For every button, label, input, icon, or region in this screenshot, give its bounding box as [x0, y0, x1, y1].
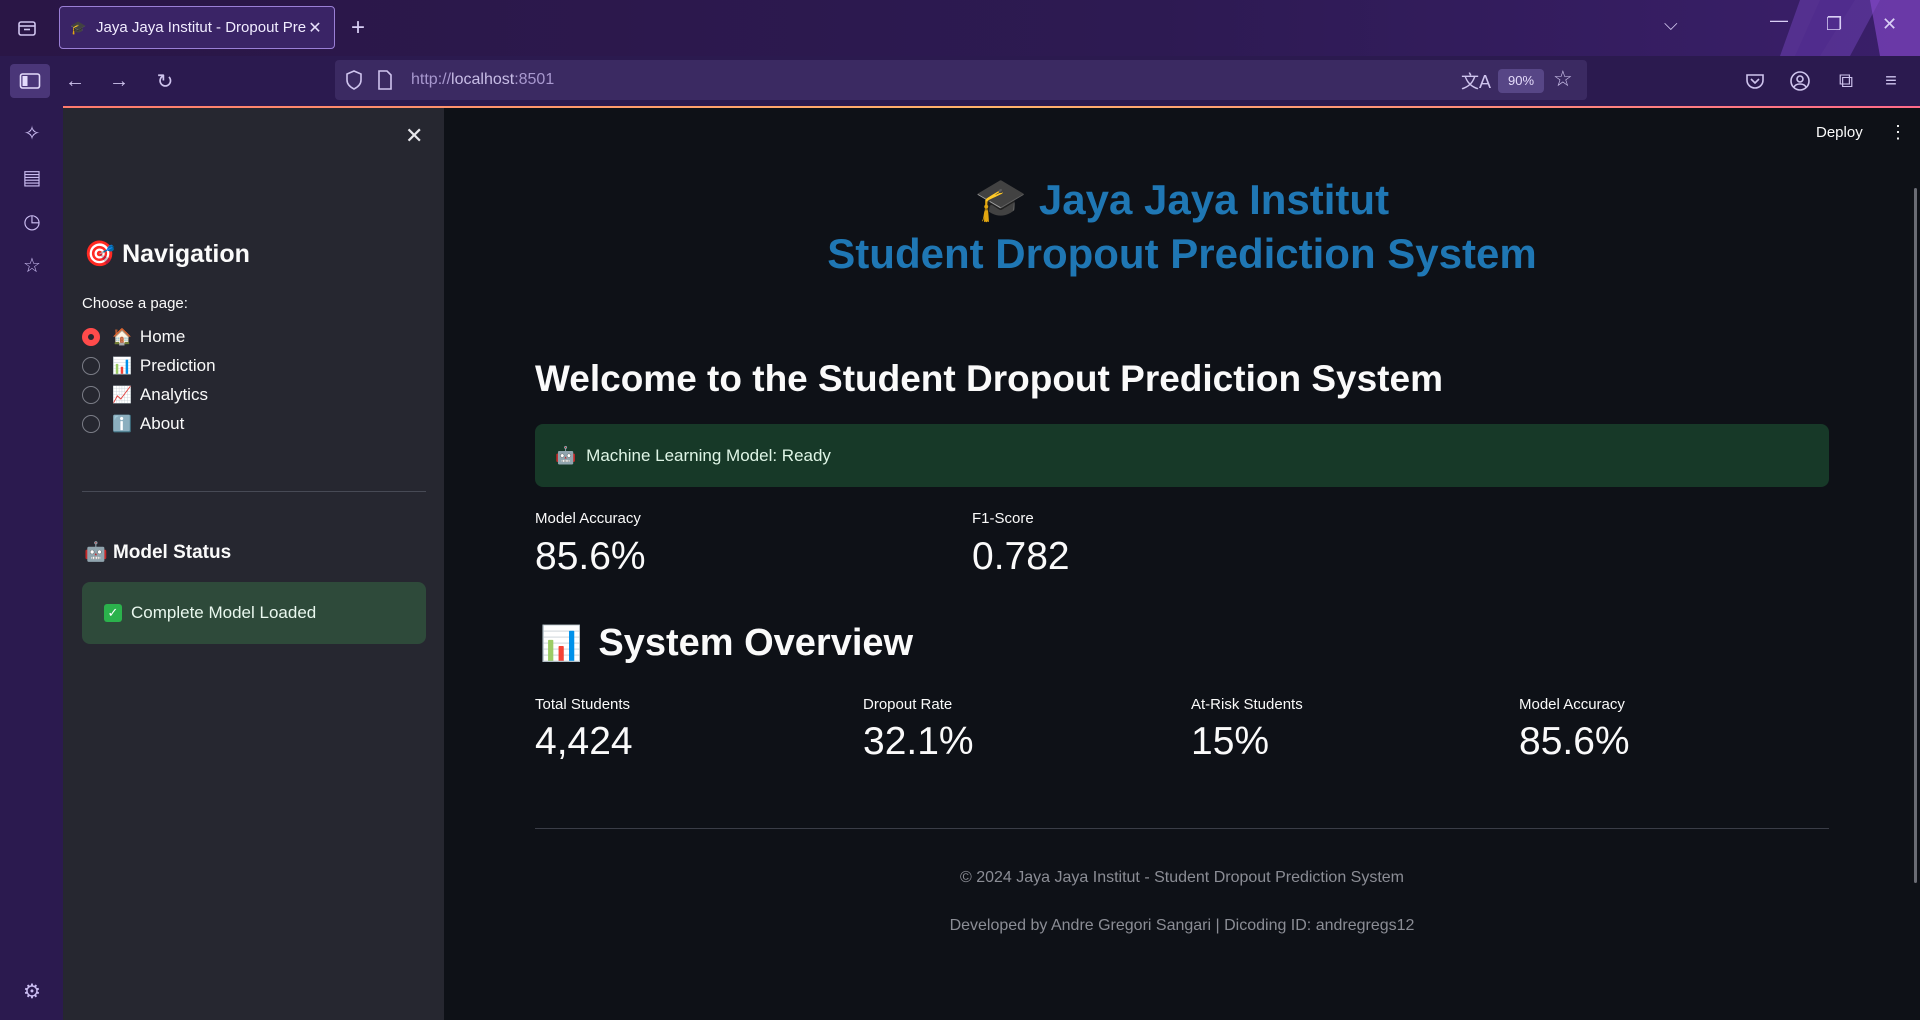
forward-icon[interactable]: →	[104, 66, 134, 96]
model-ready-banner: 🤖 Machine Learning Model: Ready	[535, 424, 1829, 487]
metric-value: 32.1%	[863, 720, 974, 763]
radio-label: Prediction	[139, 356, 216, 375]
page-title-line2: Student Dropout Prediction System	[827, 230, 1537, 277]
metric-label: Model Accuracy	[1519, 696, 1625, 713]
metric-label: At-Risk Students	[1191, 696, 1303, 713]
sidebar-toggle-icon[interactable]	[10, 64, 50, 98]
metric-label: Total Students	[535, 696, 631, 713]
line-chart-icon: 📈	[112, 387, 132, 404]
sidebar-close-icon[interactable]: ✕	[405, 123, 423, 149]
page-icon	[377, 70, 393, 95]
extensions-icon[interactable]: ⧉	[1831, 66, 1861, 96]
welcome-heading: Welcome to the Student Dropout Predictio…	[535, 358, 1443, 399]
radio-home[interactable]: 🏠 Home	[82, 325, 185, 349]
system-overview-heading: 📊 System Overview	[540, 622, 914, 664]
close-tab-icon[interactable]: ✕	[306, 18, 324, 38]
radio-prediction[interactable]: 📊 Prediction	[82, 354, 216, 378]
reload-icon[interactable]: ↻	[150, 66, 180, 96]
sidebar-title: 🎯 Navigation	[84, 240, 250, 268]
sidebar-divider	[82, 491, 426, 492]
radio-label: Analytics	[139, 385, 208, 404]
target-icon: 🎯	[84, 240, 116, 268]
url-bar[interactable]: http://localhost:8501 文A ☆	[335, 60, 1587, 100]
model-ready-text: Machine Learning Model: Ready	[586, 445, 831, 465]
deploy-button[interactable]: Deploy	[1816, 124, 1863, 141]
robot-icon: 🤖	[84, 542, 108, 563]
metric-value: 15%	[1191, 720, 1270, 763]
new-tab-icon[interactable]: +	[351, 14, 365, 42]
page-title-line1: 🎓 Jaya Jaya Institut	[974, 176, 1390, 223]
shield-icon[interactable]	[345, 70, 363, 95]
star-icon[interactable]: ☆	[1553, 66, 1573, 92]
radio-dot[interactable]	[82, 415, 100, 433]
model-status-success-box: ✓ Complete Model Loaded	[82, 582, 426, 644]
robot-icon: 🤖	[555, 445, 577, 465]
more-options-icon[interactable]: ⋮	[1889, 122, 1907, 143]
ai-sparkle-icon[interactable]: ✧	[18, 120, 46, 148]
back-icon[interactable]: ←	[60, 66, 90, 96]
history-icon[interactable]: ◷	[18, 208, 46, 236]
check-icon: ✓	[104, 604, 122, 622]
model-status-title: 🤖 Model Status	[84, 542, 232, 563]
radio-label: Home	[139, 327, 186, 346]
close-window-icon[interactable]: ✕	[1882, 14, 1897, 35]
radio-dot[interactable]	[82, 357, 100, 375]
metric-value: 4,424	[535, 720, 633, 763]
model-status-text: Complete Model Loaded	[131, 603, 317, 622]
pocket-icon[interactable]	[1740, 66, 1770, 96]
bookmarks-star-icon[interactable]: ☆	[18, 252, 46, 280]
account-icon[interactable]	[1785, 66, 1815, 96]
bar-chart-icon: 📊	[112, 358, 132, 375]
metric-value: 0.782	[972, 535, 1070, 578]
info-icon: ℹ️	[112, 416, 132, 433]
translate-icon[interactable]: 文A	[1461, 68, 1491, 94]
minimize-icon[interactable]: —	[1770, 10, 1788, 31]
footer-divider	[535, 828, 1829, 829]
synced-tabs-icon[interactable]: ▤	[18, 164, 46, 192]
metric-value: 85.6%	[1519, 720, 1630, 763]
url-text[interactable]: http://localhost:8501	[411, 71, 554, 89]
browser-vertical-sidebar	[0, 108, 63, 1020]
footer-credits: Developed by Andre Gregori Sangari | Dic…	[949, 917, 1415, 934]
browser-tab-active[interactable]: 🎓 Jaya Jaya Institut - Dropout Pre ✕	[59, 6, 335, 49]
tab-overflow-chevron-icon[interactable]: ⌵	[1664, 14, 1678, 35]
menu-icon[interactable]: ≡	[1876, 66, 1906, 96]
radio-dot[interactable]	[82, 386, 100, 404]
radio-dot-selected[interactable]	[82, 328, 100, 346]
bar-chart-icon: 📊	[540, 624, 583, 663]
radio-label: About	[139, 414, 185, 433]
zoom-indicator[interactable]: 90%	[1498, 69, 1544, 93]
radio-analytics[interactable]: 📈 Analytics	[82, 383, 208, 407]
metric-label: Model Accuracy	[535, 510, 641, 527]
restore-icon[interactable]: ❐	[1826, 14, 1842, 35]
page-choice-label: Choose a page:	[82, 295, 188, 312]
radio-about[interactable]: ℹ️ About	[82, 412, 184, 436]
metric-value: 85.6%	[535, 535, 646, 578]
home-icon: 🏠	[112, 329, 132, 346]
metric-label: Dropout Rate	[863, 696, 953, 713]
scrollbar[interactable]	[1914, 188, 1917, 883]
footer-copyright: © 2024 Jaya Jaya Institut - Student Drop…	[959, 869, 1404, 886]
settings-gear-icon[interactable]: ⚙	[18, 978, 46, 1006]
graduation-cap-icon: 🎓	[974, 176, 1028, 223]
metric-label: F1-Score	[972, 510, 1034, 527]
favicon-icon: 🎓	[70, 19, 87, 35]
tab-title: Jaya Jaya Institut - Dropout Pre	[96, 19, 306, 36]
tab-list-icon[interactable]	[12, 13, 42, 43]
